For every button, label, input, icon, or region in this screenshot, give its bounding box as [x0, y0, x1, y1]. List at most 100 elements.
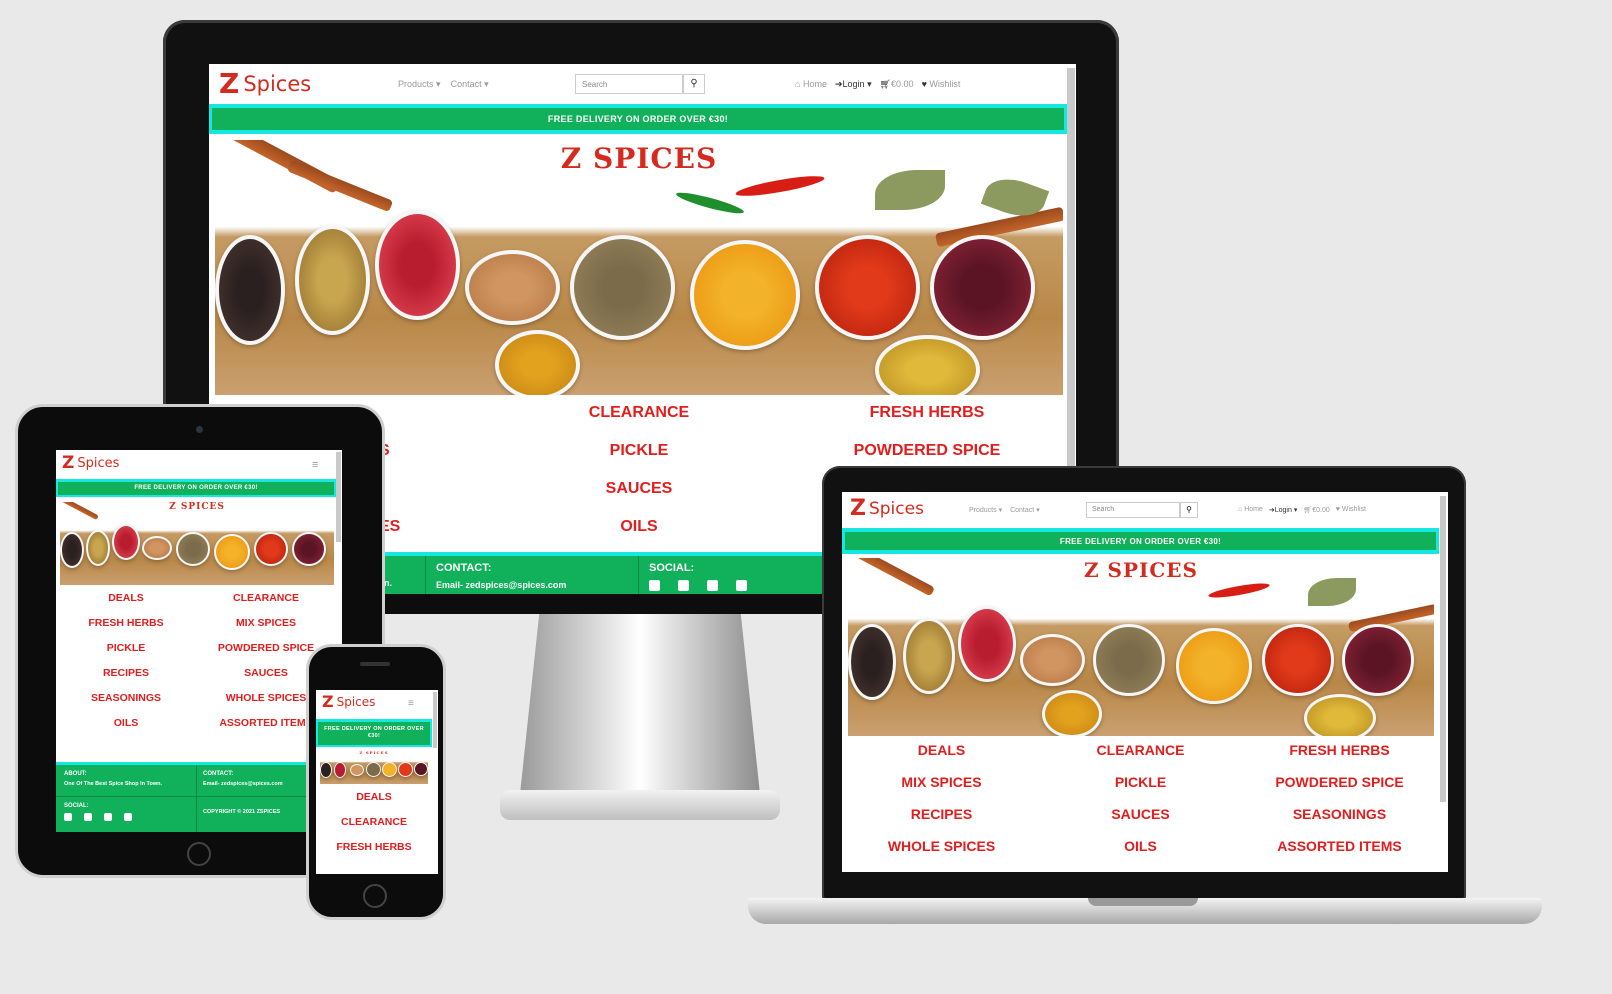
category-oils[interactable]: OILS: [56, 717, 196, 729]
footer-contact-label: CONTACT:: [436, 562, 492, 574]
phone-screen: Z Spices ≡ FREE DELIVERY ON ORDER OVER €…: [316, 690, 438, 874]
footer: ABOUT: One Of The Best Spice Shop In Tow…: [56, 762, 342, 832]
delivery-banner: FREE DELIVERY ON ORDER OVER €30!: [56, 479, 336, 497]
nav-cart[interactable]: 🛒︎€0.00: [880, 79, 914, 90]
category-mix-spices[interactable]: MIX SPICES: [196, 617, 336, 629]
category-recipes[interactable]: RECIPES: [56, 667, 196, 679]
heart-icon: ♥: [921, 79, 927, 89]
footer-contact-email[interactable]: Email- zedspices@spices.com: [436, 580, 627, 590]
category-grid: DEALS CLEARANCE FRESH HERBS MIX SPICES P…: [842, 742, 1439, 854]
category-mix-spices[interactable]: MIX SPICES: [842, 774, 1041, 790]
phone-home-button[interactable]: [363, 884, 387, 908]
login-icon: ➔: [834, 79, 843, 89]
hero-image: Z SPICES: [60, 502, 334, 585]
category-sauces[interactable]: SAUCES: [549, 480, 729, 498]
category-deals[interactable]: DEALS: [56, 592, 196, 604]
category-list: DEALS CLEARANCE FRESH HERBS: [316, 791, 432, 853]
search-icon: ⚲: [690, 78, 698, 89]
footer-contact: CONTACT: Email- zedspices@spices.com: [425, 556, 637, 594]
laptop-notch: [1088, 898, 1198, 906]
tablet-scrollbar[interactable]: [336, 452, 341, 542]
category-fresh-herbs[interactable]: FRESH HERBS: [316, 841, 432, 853]
delivery-banner-text: FREE DELIVERY ON ORDER OVER €30!: [318, 721, 430, 745]
phone-speaker: [360, 662, 390, 666]
monitor-stand-neck: [520, 614, 760, 794]
nav-right: ⌂ Home ➔Login ▾ 🛒︎€0.00 ♥ Wishlist: [1238, 506, 1366, 514]
hero-title: Z SPICES: [169, 502, 225, 512]
nav-right: ⌂ Home ➔Login ▾ 🛒︎€0.00 ♥ Wishlist: [795, 79, 960, 90]
facebook-icon[interactable]: [649, 580, 660, 591]
delivery-banner: FREE DELIVERY ON ORDER OVER €30!: [209, 104, 1067, 134]
nav-products[interactable]: Products ▾: [398, 79, 441, 90]
logo[interactable]: Z Spices: [850, 498, 924, 520]
laptop-screen: Z Spices Products ▾ Contact ▾ Search ⚲ ⌂…: [842, 492, 1448, 872]
category-seasonings[interactable]: SEASONINGS: [56, 692, 196, 704]
search-input[interactable]: Search: [1086, 502, 1180, 518]
nav-contact[interactable]: Contact ▾: [451, 79, 489, 90]
category-clearance[interactable]: CLEARANCE: [196, 592, 336, 604]
nav-left: Products ▾ Contact ▾: [398, 79, 489, 90]
delivery-banner-text: FREE DELIVERY ON ORDER OVER €30!: [845, 532, 1436, 550]
hero-image: Z SPICES: [320, 750, 428, 784]
search-button[interactable]: ⚲: [683, 74, 705, 94]
nav-wishlist[interactable]: ♥ Wishlist: [922, 79, 961, 90]
search-input[interactable]: Search: [575, 74, 683, 94]
category-powdered-spice[interactable]: POWDERED SPICE: [837, 442, 1017, 460]
category-recipes[interactable]: RECIPES: [842, 806, 1041, 822]
category-fresh-herbs[interactable]: FRESH HERBS: [837, 404, 1017, 422]
footer-social: SOCIAL:: [56, 796, 196, 832]
youtube-icon[interactable]: [736, 580, 747, 591]
twitter-icon[interactable]: [678, 580, 689, 591]
footer-about-fragment: n.: [384, 578, 392, 588]
youtube-icon[interactable]: [124, 813, 132, 821]
nav-login[interactable]: ➔Login ▾: [1269, 506, 1297, 514]
category-powdered-spice[interactable]: POWDERED SPICE: [1240, 774, 1439, 790]
category-sauces[interactable]: SAUCES: [1041, 806, 1240, 822]
nav-products[interactable]: Products ▾: [969, 506, 1002, 514]
tablet-home-button[interactable]: [187, 842, 211, 866]
nav-login[interactable]: ➔Login ▾: [835, 79, 872, 90]
nav-home[interactable]: ⌂ Home: [1238, 506, 1263, 514]
category-deals[interactable]: DEALS: [842, 742, 1041, 758]
category-clearance[interactable]: CLEARANCE: [316, 816, 432, 828]
nav-contact[interactable]: Contact ▾: [1010, 506, 1040, 514]
search-button[interactable]: ⚲: [1180, 502, 1198, 518]
category-whole-spices[interactable]: WHOLE SPICES: [842, 838, 1041, 854]
footer-about-text: One Of The Best Spice Shop In Town.: [64, 781, 162, 787]
twitter-icon[interactable]: [84, 813, 92, 821]
footer-social: SOCIAL:: [638, 556, 838, 594]
phone-scrollbar[interactable]: [433, 692, 437, 748]
category-fresh-herbs[interactable]: FRESH HERBS: [56, 617, 196, 629]
category-oils[interactable]: OILS: [1041, 838, 1240, 854]
hamburger-icon[interactable]: ≡: [312, 459, 318, 471]
home-icon: ⌂: [795, 79, 801, 89]
nav-home[interactable]: ⌂ Home: [795, 79, 827, 90]
hamburger-icon[interactable]: ≡: [408, 698, 414, 709]
facebook-icon[interactable]: [64, 813, 72, 821]
hero-title: Z SPICES: [359, 750, 389, 755]
category-deals[interactable]: DEALS: [316, 791, 432, 803]
category-assorted-items[interactable]: ASSORTED ITEMS: [1240, 838, 1439, 854]
instagram-icon[interactable]: [104, 813, 112, 821]
category-pickle[interactable]: PICKLE: [56, 642, 196, 654]
logo-text: Spices: [868, 499, 924, 519]
category-seasonings[interactable]: SEASONINGS: [1240, 806, 1439, 822]
logo[interactable]: Z Spices: [322, 694, 375, 710]
nav-cart[interactable]: 🛒︎€0.00: [1303, 506, 1329, 514]
footer-social-label: SOCIAL:: [649, 562, 695, 574]
category-pickle[interactable]: PICKLE: [1041, 774, 1240, 790]
laptop-scrollbar[interactable]: [1440, 496, 1446, 802]
category-clearance[interactable]: CLEARANCE: [1041, 742, 1240, 758]
category-pickle[interactable]: PICKLE: [549, 442, 729, 460]
category-fresh-herbs[interactable]: FRESH HERBS: [1240, 742, 1439, 758]
z-logo-icon: Z: [322, 692, 334, 711]
category-clearance[interactable]: CLEARANCE: [549, 404, 729, 422]
logo[interactable]: Z Spices: [219, 70, 311, 98]
search-icon: ⚲: [1186, 505, 1192, 514]
instagram-icon[interactable]: [707, 580, 718, 591]
delivery-banner: FREE DELIVERY ON ORDER OVER €30!: [842, 528, 1439, 554]
nav-left: Products ▾ Contact ▾: [969, 506, 1040, 514]
logo[interactable]: Z Spices: [62, 455, 119, 472]
nav-wishlist[interactable]: ♥ Wishlist: [1336, 506, 1366, 514]
category-oils[interactable]: OILS: [549, 518, 729, 536]
